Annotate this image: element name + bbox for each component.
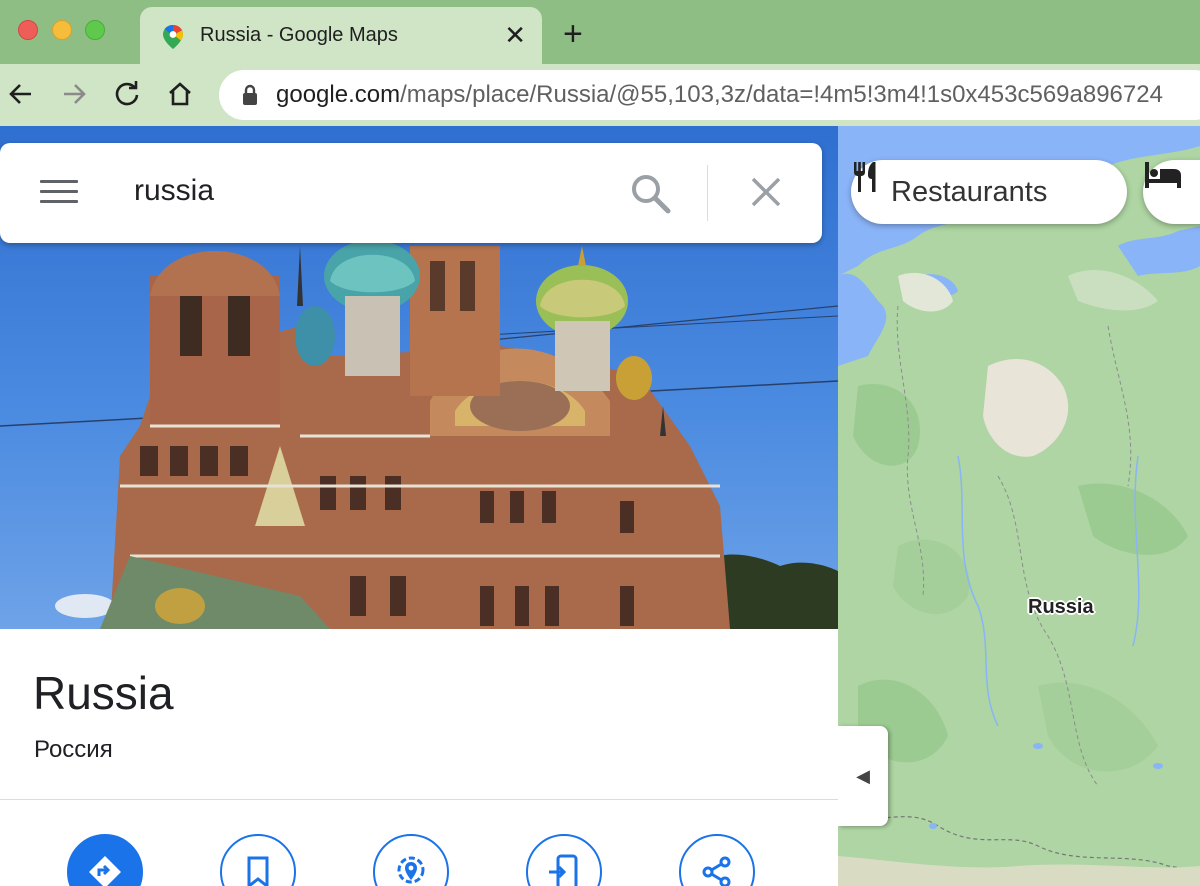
share-button[interactable] (679, 834, 755, 886)
google-maps-favicon-icon (163, 25, 183, 49)
restaurants-chip[interactable]: Restaurants (851, 160, 1127, 224)
search-box-divider (707, 165, 708, 221)
address-bar-url: google.com/maps/place/Russia/@55,103,3z/… (276, 81, 1163, 109)
browser-tab-bar: Russia - Google Maps ✕ + (0, 0, 1200, 64)
browser-tab-active[interactable]: Russia - Google Maps ✕ (140, 7, 542, 64)
search-box (0, 143, 822, 243)
reload-icon[interactable] (110, 77, 144, 111)
collapse-arrow-icon: ◀ (856, 765, 870, 786)
fork-knife-icon (854, 162, 876, 192)
nearby-button[interactable] (373, 834, 449, 886)
nearby-pin-icon (397, 856, 425, 884)
page-viewport: Russia Restaurants ◀ russia Russia Росси… (0, 126, 1200, 886)
map-canvas[interactable]: Russia Restaurants ◀ (838, 126, 1200, 886)
back-icon[interactable] (4, 77, 38, 111)
save-button[interactable] (220, 834, 296, 886)
send-to-phone-icon (549, 854, 578, 886)
section-divider (0, 799, 838, 800)
tab-title: Russia - Google Maps (200, 24, 398, 46)
lock-icon (243, 84, 257, 105)
hamburger-menu-icon[interactable] (40, 180, 78, 206)
hotel-bed-icon (1145, 162, 1181, 188)
url-path: /maps/place/Russia/@55,103,3z/data=!4m5!… (400, 81, 1163, 108)
url-domain: google.com (276, 81, 401, 108)
search-icon[interactable] (628, 171, 672, 215)
place-side-panel: Russia Россия (0, 126, 838, 886)
send-to-phone-button[interactable] (526, 834, 602, 886)
directions-button[interactable] (67, 834, 143, 886)
new-tab-icon[interactable]: + (563, 17, 583, 51)
tab-close-icon[interactable]: ✕ (504, 20, 526, 50)
share-icon (702, 856, 731, 886)
window-close-button[interactable] (18, 20, 38, 40)
hotels-chip[interactable] (1143, 160, 1200, 224)
directions-icon (89, 856, 121, 886)
restaurants-chip-label: Restaurants (891, 175, 1048, 208)
place-title: Russia (33, 667, 174, 719)
bookmark-icon (247, 856, 269, 886)
window-minimize-button[interactable] (52, 20, 72, 40)
place-native-name: Россия (34, 736, 113, 763)
map-terrain (838, 126, 1200, 886)
window-zoom-button[interactable] (85, 20, 105, 40)
clear-search-icon[interactable] (748, 174, 784, 210)
address-bar[interactable]: google.com/maps/place/Russia/@55,103,3z/… (219, 70, 1200, 120)
map-place-label[interactable]: Russia (1028, 596, 1094, 619)
search-input[interactable] (134, 174, 594, 208)
collapse-panel-button[interactable]: ◀ (838, 726, 888, 826)
home-icon[interactable] (163, 77, 197, 111)
forward-icon[interactable] (57, 77, 91, 111)
browser-toolbar: google.com/maps/place/Russia/@55,103,3z/… (0, 64, 1200, 126)
